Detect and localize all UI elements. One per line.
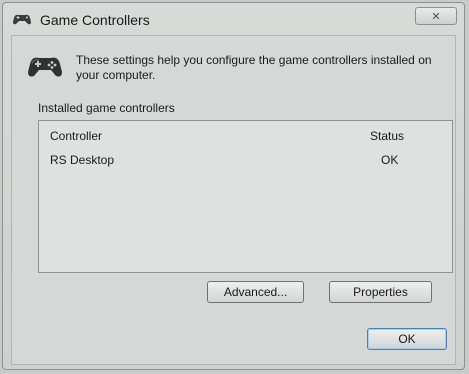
controller-name: RS Desktop [50, 153, 115, 167]
info-text: These settings help you configure the ga… [76, 53, 432, 82]
column-header-controller[interactable]: Controller [50, 129, 102, 143]
column-header-status[interactable]: Status [370, 129, 404, 143]
ok-button[interactable]: OK [367, 328, 447, 350]
game-controllers-window: Game Controllers ✕ These settings help y… [2, 2, 465, 370]
controllers-list[interactable]: Controller Status RS Desktop OK [38, 120, 453, 273]
title-bar[interactable]: Game Controllers ✕ [3, 3, 464, 33]
close-icon: ✕ [431, 10, 441, 23]
gamepad-icon [12, 12, 32, 26]
advanced-button[interactable]: Advanced... [207, 281, 304, 303]
window-title: Game Controllers [40, 12, 150, 28]
properties-button[interactable]: Properties [329, 281, 432, 303]
list-item[interactable]: RS Desktop OK [39, 153, 452, 169]
dialog-body: These settings help you configure the ga… [11, 35, 456, 365]
close-button[interactable]: ✕ [415, 7, 457, 25]
gamepad-icon [27, 53, 63, 79]
controller-status: OK [381, 153, 399, 167]
list-header: Controller Status [39, 129, 452, 145]
installed-controllers-label: Installed game controllers [38, 101, 175, 115]
